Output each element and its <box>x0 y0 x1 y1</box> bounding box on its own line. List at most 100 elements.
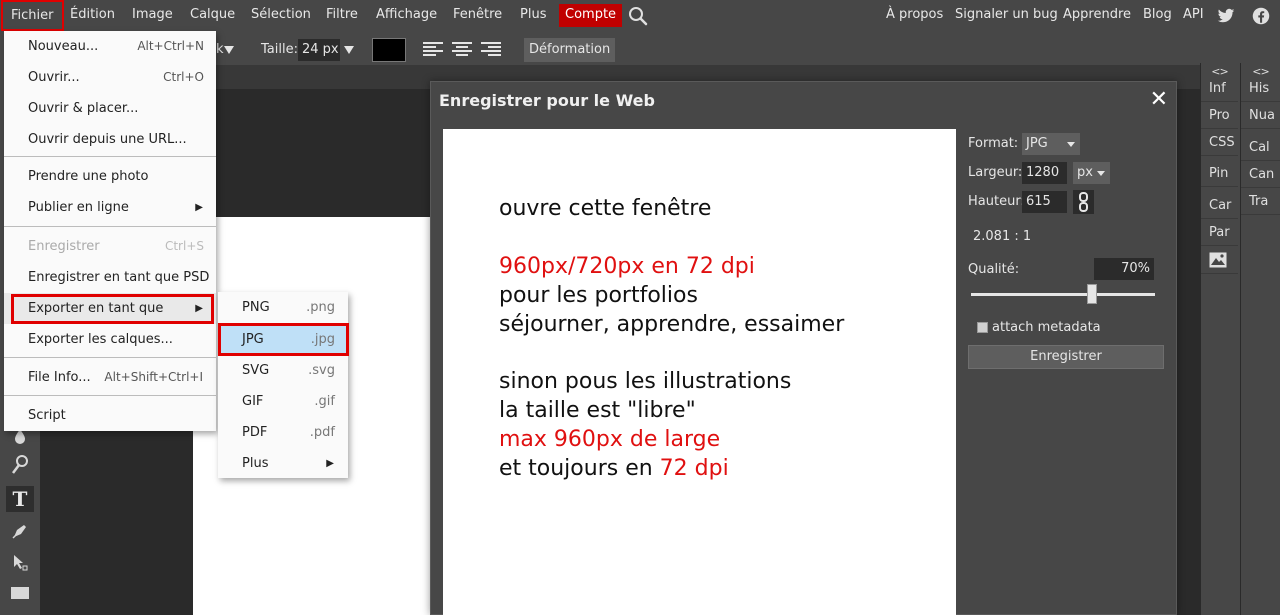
menu-image[interactable]: Image <box>132 0 173 31</box>
menu-item-ouvrir-placer[interactable]: Ouvrir & placer... <box>4 93 216 124</box>
menu-divider <box>4 156 216 157</box>
save-button[interactable]: Enregistrer <box>968 345 1164 369</box>
format-label: Format: <box>968 136 1019 151</box>
format-select[interactable]: JPG <box>1022 133 1080 155</box>
chevron-down-icon <box>1097 171 1105 176</box>
quality-input[interactable]: 70% <box>1094 258 1154 280</box>
menu-item-label: Ouvrir depuis une URL... <box>28 132 187 147</box>
submenu-arrow-icon: ▶ <box>195 202 203 213</box>
link-a-propos[interactable]: À propos <box>886 0 943 31</box>
menu-item-enregistrer-psd[interactable]: Enregistrer en tant que PSD <box>4 262 216 293</box>
pen-tool-icon[interactable] <box>6 518 34 544</box>
export-gif[interactable]: GIF .gif <box>218 386 348 417</box>
menu-item-ouvrir-url[interactable]: Ouvrir depuis une URL... <box>4 124 216 155</box>
quality-label: Qualité: <box>968 262 1020 277</box>
unit-select[interactable]: px <box>1073 162 1110 184</box>
panel-tab-paragraph[interactable]: Par <box>1201 219 1238 246</box>
metadata-checkbox[interactable] <box>977 322 988 333</box>
panel-tab-character[interactable]: Car <box>1201 192 1238 219</box>
panel-tab-image[interactable] <box>1201 247 1238 274</box>
link-dimensions-button[interactable] <box>1073 190 1094 214</box>
menu-filtre[interactable]: Filtre <box>326 0 358 31</box>
menu-calque[interactable]: Calque <box>190 0 235 31</box>
menu-item-ouvrir[interactable]: Ouvrir... Ctrl+O <box>4 62 216 93</box>
menu-item-label: Enregistrer en tant que PSD <box>28 270 210 285</box>
link-api[interactable]: API <box>1183 0 1204 31</box>
chain-link-icon <box>1079 192 1088 212</box>
menu-affichage[interactable]: Affichage <box>376 0 437 31</box>
export-svg[interactable]: SVG .svg <box>218 355 348 386</box>
export-pdf[interactable]: PDF .pdf <box>218 417 348 448</box>
chevron-down-icon <box>1067 142 1075 147</box>
align-left-icon[interactable] <box>423 41 443 59</box>
link-blog[interactable]: Blog <box>1143 0 1172 31</box>
menu-item-script[interactable]: Script <box>4 400 216 431</box>
panel-tab-css[interactable]: CSS <box>1201 129 1238 156</box>
export-submenu: PNG .png JPG .jpg SVG .svg GIF .gif PDF .pdf … <box>218 292 348 478</box>
export-format-ext: .pdf <box>309 425 335 440</box>
quality-slider-handle[interactable] <box>1086 284 1097 304</box>
unit-value: px <box>1077 165 1093 180</box>
panel-tab-swatches[interactable]: Nua <box>1241 102 1280 129</box>
export-format-label: PNG <box>242 300 270 315</box>
export-format-ext: .gif <box>314 394 335 409</box>
shape-tool-icon[interactable] <box>6 580 34 606</box>
export-format-ext: .png <box>306 300 335 315</box>
menu-plus[interactable]: Plus <box>520 0 546 31</box>
size-label: Taille: <box>261 42 298 57</box>
align-center-icon[interactable] <box>452 41 472 59</box>
font-size-input[interactable]: 24 px <box>298 39 340 61</box>
width-input[interactable]: 1280 <box>1022 162 1067 184</box>
facebook-icon[interactable] <box>1252 7 1270 25</box>
export-png[interactable]: PNG .png <box>218 292 348 323</box>
text-tool-icon[interactable]: T <box>6 486 34 512</box>
panel-tab-history[interactable]: His <box>1241 75 1280 102</box>
align-right-icon[interactable] <box>481 41 501 59</box>
submenu-arrow-icon: ▶ <box>326 458 334 469</box>
search-icon[interactable] <box>628 6 648 26</box>
export-format-label: Plus <box>242 456 269 471</box>
height-label: Hauteur: <box>968 194 1025 209</box>
deform-button[interactable]: Déformation <box>524 38 616 62</box>
right-panel-column-2: <> His Nua Cal Can Tra <box>1240 63 1280 615</box>
preview-line: la taille est "libre" <box>499 398 696 423</box>
dialog-title: Enregistrer pour le Web <box>439 91 655 110</box>
link-signaler-bug[interactable]: Signaler un bug <box>955 0 1058 31</box>
panel-tab-paths[interactable]: Tra <box>1241 188 1280 215</box>
menu-fenetre[interactable]: Fenêtre <box>453 0 502 31</box>
menu-selection[interactable]: Sélection <box>251 0 311 31</box>
menu-item-label: Prendre une photo <box>28 169 149 184</box>
menu-item-label: Publier en ligne <box>28 200 129 215</box>
panel-tab-info[interactable]: Inf <box>1201 75 1238 102</box>
close-icon[interactable]: ✕ <box>1150 87 1168 113</box>
panel-tab-brush[interactable]: Pin <box>1201 160 1238 187</box>
panel-tab-channels[interactable]: Can <box>1241 161 1280 188</box>
size-dropdown-icon[interactable] <box>344 45 354 55</box>
fichier-menu: Nouveau... Alt+Ctrl+N Ouvrir... Ctrl+O Ouv… <box>4 31 216 431</box>
menu-fichier[interactable]: Fichier <box>1 0 64 31</box>
account-button[interactable]: Compte <box>559 4 623 27</box>
menu-item-exporter-calques[interactable]: Exporter les calques... <box>4 324 216 355</box>
height-input[interactable]: 615 <box>1022 191 1067 213</box>
export-preview: ouvre cette fenêtre 960px/720px en 72 dp… <box>443 129 956 615</box>
menu-item-nouveau[interactable]: Nouveau... Alt+Ctrl+N <box>4 31 216 62</box>
panel-tab-properties[interactable]: Pro <box>1201 102 1238 129</box>
menu-divider <box>4 357 216 358</box>
text-color-swatch[interactable] <box>372 38 406 62</box>
menu-item-prendre-photo[interactable]: Prendre une photo <box>4 161 216 192</box>
menu-edition[interactable]: Édition <box>70 0 115 31</box>
menu-divider <box>4 226 216 227</box>
twitter-icon[interactable] <box>1217 7 1235 25</box>
menu-item-publier[interactable]: Publier en ligne ▶ <box>4 192 216 223</box>
path-select-tool-icon[interactable] <box>6 549 34 575</box>
quality-slider[interactable] <box>971 293 1155 296</box>
export-plus[interactable]: Plus ▶ <box>218 448 348 479</box>
link-apprendre[interactable]: Apprendre <box>1063 0 1131 31</box>
menu-item-shortcut: Alt+Ctrl+N <box>137 39 204 53</box>
export-format-label: PDF <box>242 425 268 440</box>
menu-item-file-info[interactable]: File Info... Alt+Shift+Ctrl+I <box>4 362 216 393</box>
menu-item-label: Script <box>28 408 66 423</box>
dodge-tool-icon[interactable] <box>6 452 34 478</box>
panel-tab-layers[interactable]: Cal <box>1241 134 1280 161</box>
font-dropdown-icon[interactable] <box>224 45 234 55</box>
